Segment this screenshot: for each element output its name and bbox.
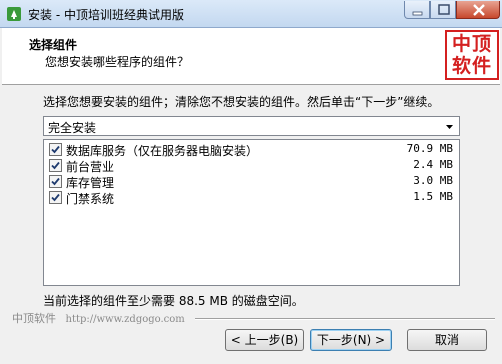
- chevron-down-icon: [446, 125, 453, 129]
- footer-watermark: 中顶软件 http://www.zdgogo.com: [12, 310, 185, 326]
- page-subtitle: 您想安装哪些程序的组件？: [45, 55, 190, 69]
- list-item[interactable]: 门禁系统 1.5 MB: [47, 189, 455, 206]
- footer-divider: [195, 318, 495, 320]
- checkmark-icon: [51, 193, 60, 202]
- list-item[interactable]: 前台营业 2.4 MB: [47, 157, 455, 174]
- footer-brand: 中顶软件: [12, 312, 56, 325]
- footer-url: http://www.zdgogo.com: [65, 314, 185, 325]
- installer-app-icon: [6, 6, 22, 22]
- close-icon: [473, 4, 485, 16]
- component-name: 门禁系统: [66, 192, 115, 206]
- title-bar: 安装 - 中顶培训班经典试用版: [0, 0, 502, 28]
- minimize-icon: [412, 11, 423, 16]
- cancel-button[interactable]: 取消: [407, 329, 487, 351]
- logo-text-line1: 中顶: [451, 33, 492, 55]
- close-button[interactable]: [456, 1, 500, 19]
- checkmark-icon: [51, 161, 60, 170]
- component-checkbox[interactable]: [49, 191, 62, 204]
- next-button[interactable]: 下一步(N) >: [310, 329, 392, 351]
- minimize-button[interactable]: [404, 1, 430, 19]
- back-button[interactable]: < 上一步(B): [225, 329, 304, 351]
- page-header: 选择组件 您想安装哪些程序的组件？ 中顶 软件: [2, 28, 500, 85]
- install-type-dropdown[interactable]: 完全安装: [43, 116, 460, 136]
- component-size: 3.0 MB: [413, 174, 453, 187]
- page-title: 选择组件: [29, 38, 78, 52]
- component-checkbox[interactable]: [49, 175, 62, 188]
- component-size: 2.4 MB: [413, 158, 453, 171]
- component-checkbox[interactable]: [49, 143, 62, 156]
- window-title: 安装 - 中顶培训班经典试用版: [28, 8, 184, 22]
- list-item[interactable]: 数据库服务（仅在服务器电脑安装） 70.9 MB: [47, 141, 455, 158]
- install-type-value: 完全安装: [48, 121, 97, 135]
- component-list: 数据库服务（仅在服务器电脑安装） 70.9 MB 前台营业 2.4 MB 库存管…: [43, 139, 460, 286]
- logo-text-line2: 软件: [451, 55, 492, 77]
- brand-logo: 中顶 软件: [445, 30, 499, 80]
- list-item[interactable]: 库存管理 3.0 MB: [47, 173, 455, 190]
- component-checkbox[interactable]: [49, 159, 62, 172]
- component-size: 1.5 MB: [413, 190, 453, 203]
- instruction-text: 选择您想要安装的组件；清除您不想安装的组件。然后单击“下一步”继续。: [43, 95, 440, 109]
- checkmark-icon: [51, 177, 60, 186]
- maximize-icon: [438, 4, 450, 15]
- disk-space-required: 当前选择的组件至少需要 88.5 MB 的磁盘空间。: [43, 294, 304, 308]
- checkmark-icon: [51, 145, 60, 154]
- component-size: 70.9 MB: [406, 142, 453, 155]
- maximize-button[interactable]: [430, 1, 456, 19]
